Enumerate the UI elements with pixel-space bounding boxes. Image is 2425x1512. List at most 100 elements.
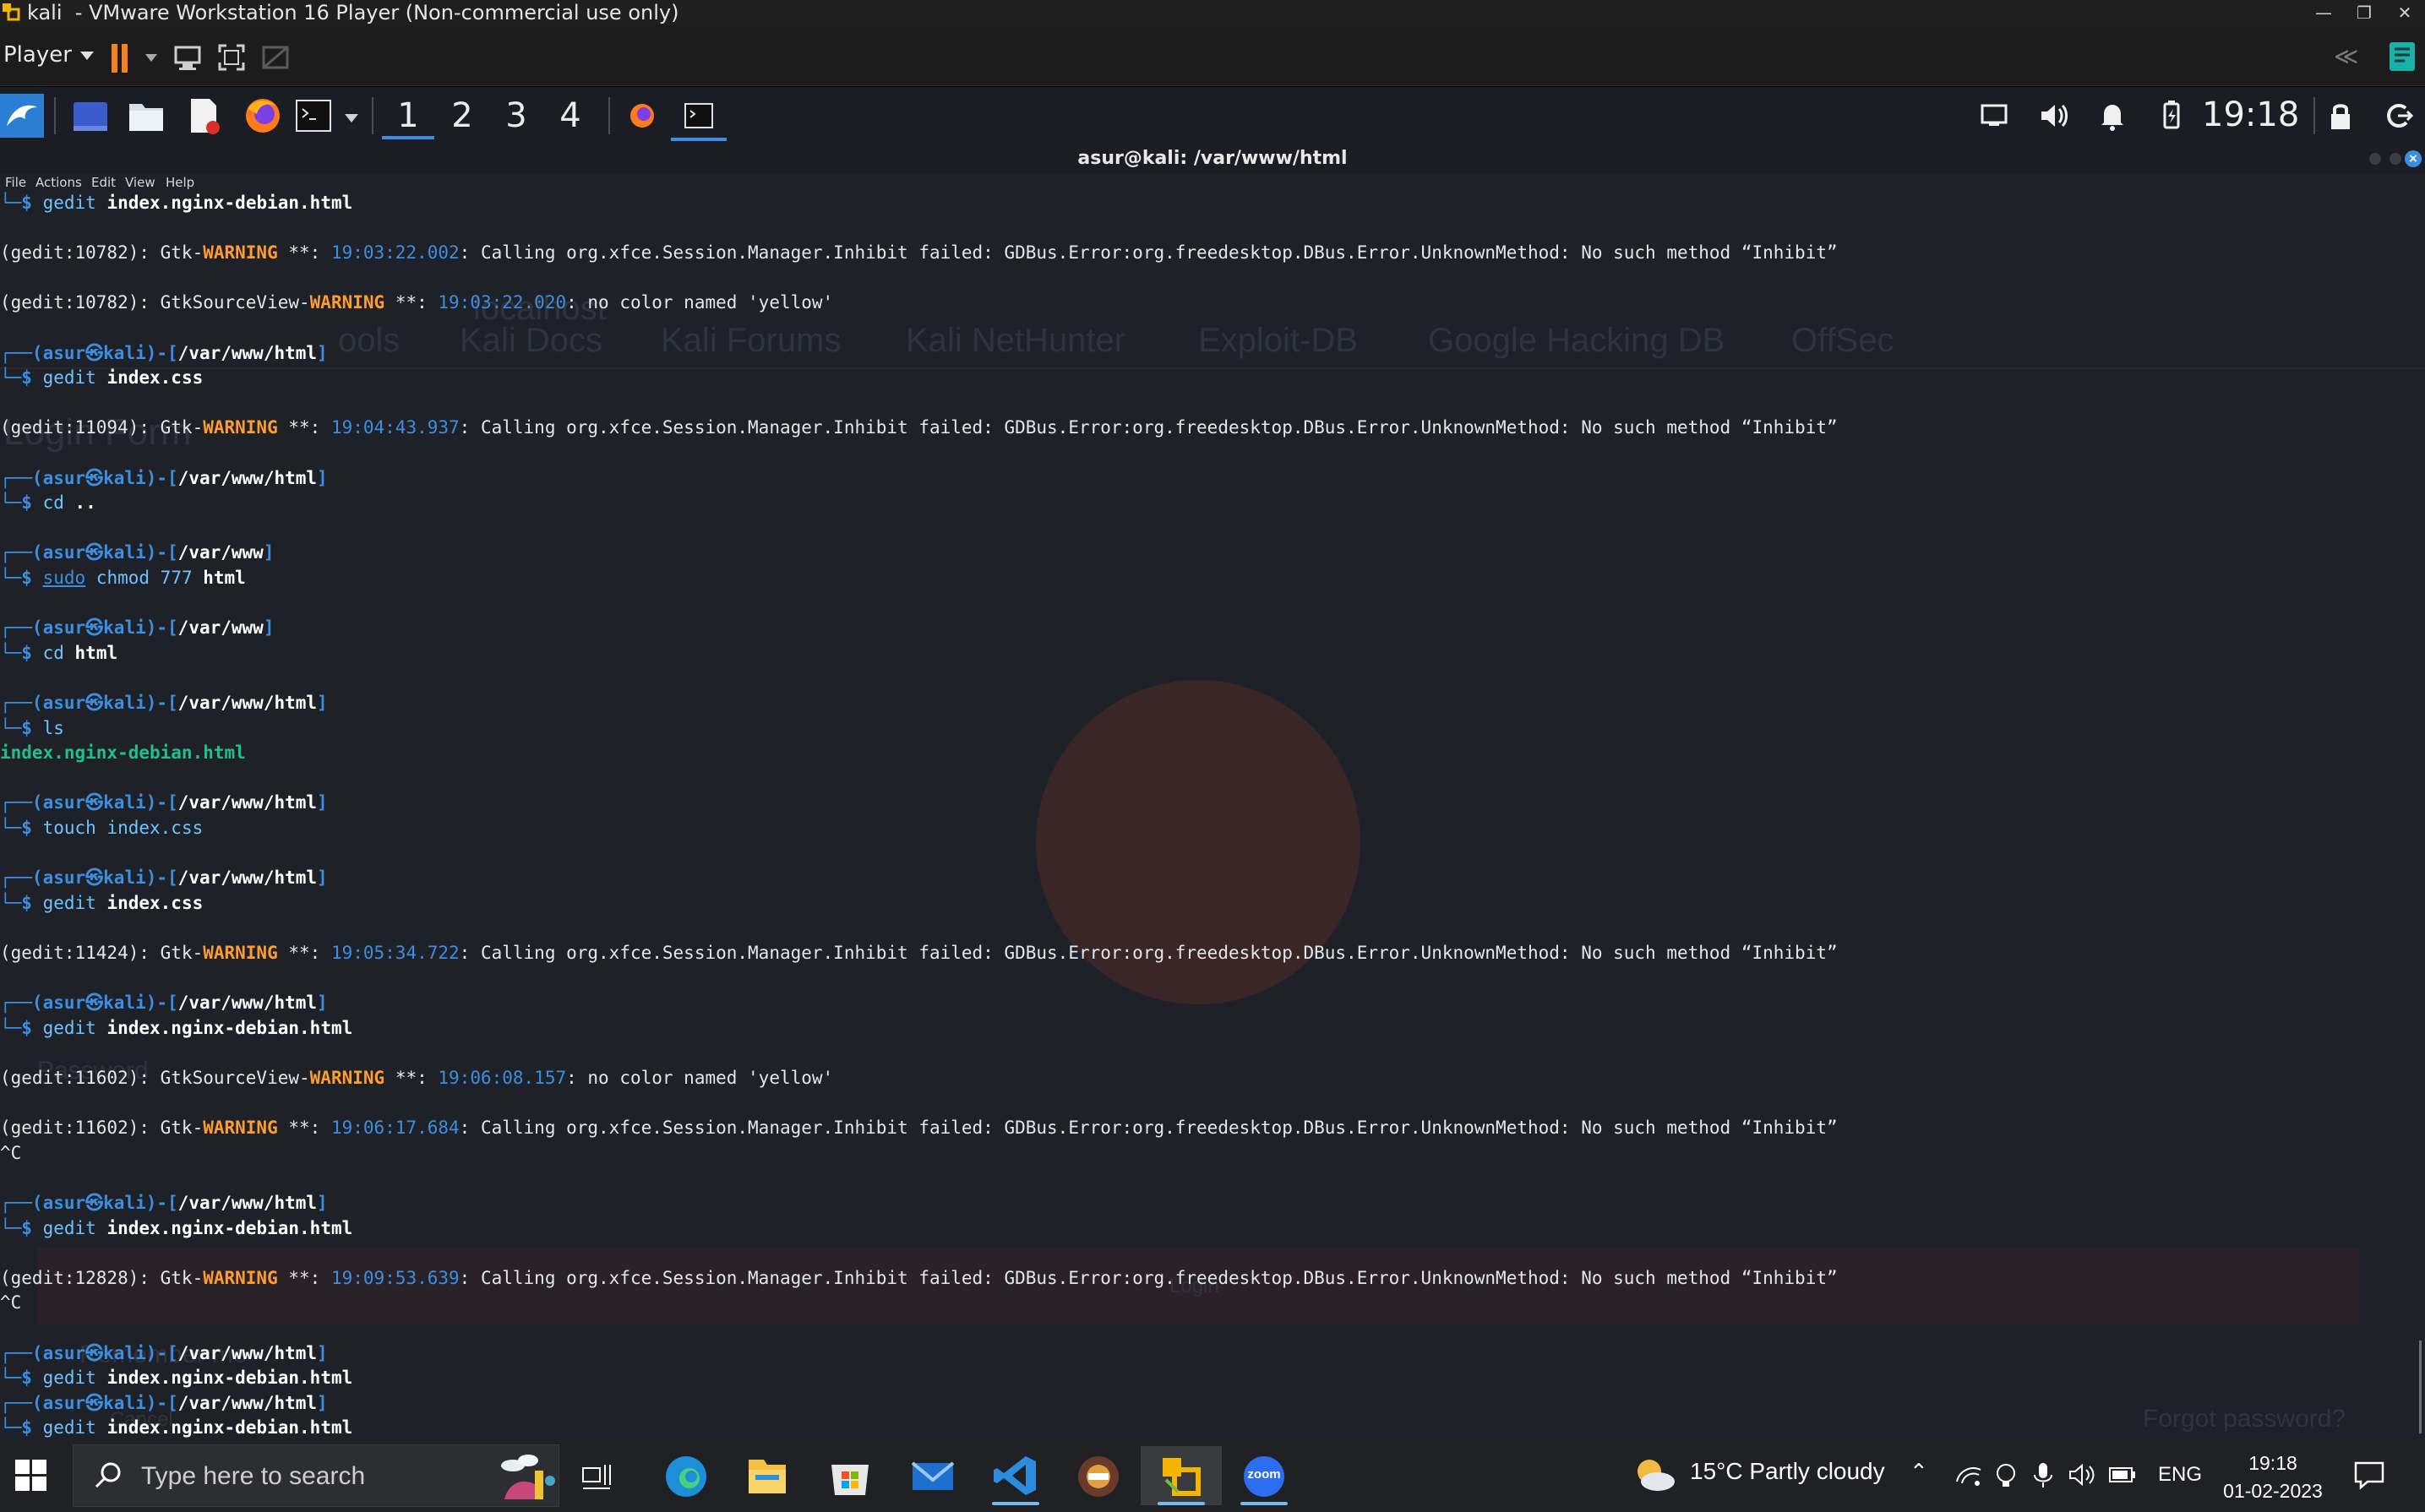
windows-start-icon[interactable] <box>15 1460 47 1492</box>
command-arg: .. <box>74 492 96 513</box>
player-menu[interactable]: Player <box>3 42 94 68</box>
text-editor-icon[interactable] <box>184 94 223 138</box>
command-arg: html <box>74 643 118 663</box>
task-view-icon[interactable] <box>580 1460 613 1493</box>
vscode-app[interactable] <box>975 1446 1056 1505</box>
warning-timestamp: 19:09:53.639 <box>330 1268 460 1288</box>
warning-level: WARNING <box>309 292 385 313</box>
prompt-user: asur <box>42 468 86 488</box>
wifi-icon[interactable] <box>1954 1460 1984 1490</box>
prompt-user: asur <box>42 792 86 813</box>
command-line: └─$ gedit index.css <box>0 892 203 915</box>
game-app[interactable] <box>1058 1446 1139 1505</box>
terminal-icon[interactable] <box>294 94 333 138</box>
minimize-dot-icon[interactable] <box>2369 153 2381 165</box>
panel-clock[interactable]: 19:18 <box>2202 95 2299 134</box>
workspace-3[interactable]: 3 <box>490 92 542 139</box>
logout-icon[interactable] <box>2381 97 2415 134</box>
window-title: kali - VMware Workstation 16 Player (Non… <box>27 1 679 24</box>
kali-menu-icon[interactable] <box>0 94 44 138</box>
command-line: └─$ touch index.css <box>0 817 203 840</box>
lock-screen-icon[interactable] <box>2324 97 2357 134</box>
chevron-up-icon[interactable]: ⌃ <box>1910 1460 1940 1490</box>
prompt-decoration: ] <box>317 468 328 488</box>
terminal-window[interactable]: asur@kali: /var/www/html × File Actions … <box>0 144 2425 1439</box>
show-desktop-icon[interactable] <box>71 94 110 138</box>
running-indicator <box>1158 1502 1205 1505</box>
warning-timestamp: 19:06:08.157 <box>438 1068 567 1088</box>
search-icon <box>95 1462 121 1488</box>
weather-widget[interactable]: 15°C Partly cloudy <box>1690 1458 1885 1485</box>
warning-message: : no color named 'yellow' <box>566 1068 834 1088</box>
chevron-down-icon[interactable] <box>345 114 358 122</box>
chevron-down-icon[interactable] <box>145 54 157 62</box>
menu-file[interactable]: File <box>5 175 26 190</box>
vmware-player-app[interactable] <box>1141 1446 1222 1505</box>
prompt-host: kali <box>103 993 146 1013</box>
vscode-icon <box>994 1456 1036 1495</box>
microsoft-store-app[interactable] <box>809 1446 891 1505</box>
prompt-user: asur <box>42 867 86 888</box>
warning-message: : Calling org.xfce.Session.Manager.Inhib… <box>459 1268 1838 1288</box>
terminal-output[interactable]: └─$ gedit index.nginx-debian.html (gedit:… <box>0 192 2425 1439</box>
warning-timestamp: 19:06:17.684 <box>330 1118 460 1138</box>
firefox-icon[interactable] <box>242 94 284 138</box>
command-arg: html <box>203 568 246 588</box>
edge-icon <box>666 1456 706 1497</box>
close-button[interactable]: ✕ <box>2388 0 2422 25</box>
network-display-icon[interactable] <box>1977 97 2011 134</box>
minimize-button[interactable]: — <box>2307 0 2341 25</box>
terminal-window-button[interactable] <box>671 92 727 141</box>
volume-icon[interactable] <box>2036 97 2070 134</box>
output-text: ^C <box>0 1292 22 1313</box>
command-name: cd <box>42 643 75 663</box>
fullscreen-icon[interactable] <box>215 41 248 74</box>
prompt-decoration: └─ <box>0 718 22 738</box>
warning-message: : no color named 'yellow' <box>566 292 834 313</box>
prompt-user: asur <box>42 617 86 638</box>
workspace-2[interactable]: 2 <box>436 92 488 139</box>
file-explorer-app[interactable] <box>727 1446 808 1505</box>
prompt-decoration: ┌──( <box>0 993 43 1013</box>
taskbar-search-box[interactable]: Type here to search <box>73 1444 559 1507</box>
running-indicator <box>1240 1502 1288 1505</box>
menu-actions[interactable]: Actions <box>35 175 82 190</box>
workspace-4[interactable]: 4 <box>544 92 597 139</box>
battery-icon[interactable] <box>2155 97 2188 134</box>
menu-view[interactable]: View <box>125 175 155 190</box>
input-language[interactable]: ENG <box>2158 1463 2202 1487</box>
panel-separator <box>54 97 56 134</box>
firefox-window-icon[interactable] <box>625 94 659 138</box>
warning-message: : Calling org.xfce.Session.Manager.Inhib… <box>459 943 1838 963</box>
zoom-app[interactable]: zoom <box>1223 1446 1305 1505</box>
taskbar-time: 19:18 <box>2248 1452 2297 1474</box>
command-line: └─$ cd .. <box>0 492 96 514</box>
battery-icon[interactable] <box>2107 1460 2138 1490</box>
terminal-scrollbar[interactable] <box>2419 1341 2422 1433</box>
close-icon[interactable]: × <box>2405 150 2422 167</box>
restore-button[interactable]: ❐ <box>2347 0 2381 25</box>
taskbar-clock[interactable]: 19:18 01-02-2023 <box>2214 1449 2332 1505</box>
location-icon[interactable] <box>1991 1460 2021 1490</box>
menu-edit[interactable]: Edit <box>91 175 116 190</box>
collapse-toolbar-button[interactable]: ≪ <box>2334 42 2358 70</box>
prompt-decoration: ┌──( <box>0 468 43 488</box>
send-ctrl-alt-del-icon[interactable] <box>171 41 204 74</box>
maximize-dot-icon[interactable] <box>2390 153 2401 165</box>
unity-mode-icon[interactable] <box>259 41 292 74</box>
prompt-decoration: ┌──( <box>0 1343 43 1363</box>
notification-bell-icon[interactable] <box>2095 97 2129 134</box>
prompt-line: ┌──(asur㉿kali)-[/var/www/html] <box>0 342 328 365</box>
menu-help[interactable]: Help <box>166 175 194 190</box>
action-center-icon[interactable] <box>2352 1458 2386 1492</box>
edge-app[interactable] <box>646 1446 727 1505</box>
message-log-icon[interactable] <box>2390 42 2415 71</box>
speaker-icon[interactable] <box>2067 1460 2097 1490</box>
file-manager-icon[interactable] <box>127 94 166 138</box>
weather-partly-cloudy-icon[interactable] <box>1631 1453 1678 1497</box>
workspace-1[interactable]: 1 <box>382 92 434 139</box>
prompt-decoration: )-[ <box>145 343 178 363</box>
prompt-user: asur <box>42 1343 86 1363</box>
mail-app[interactable] <box>892 1446 973 1505</box>
microphone-icon[interactable] <box>2028 1460 2058 1490</box>
